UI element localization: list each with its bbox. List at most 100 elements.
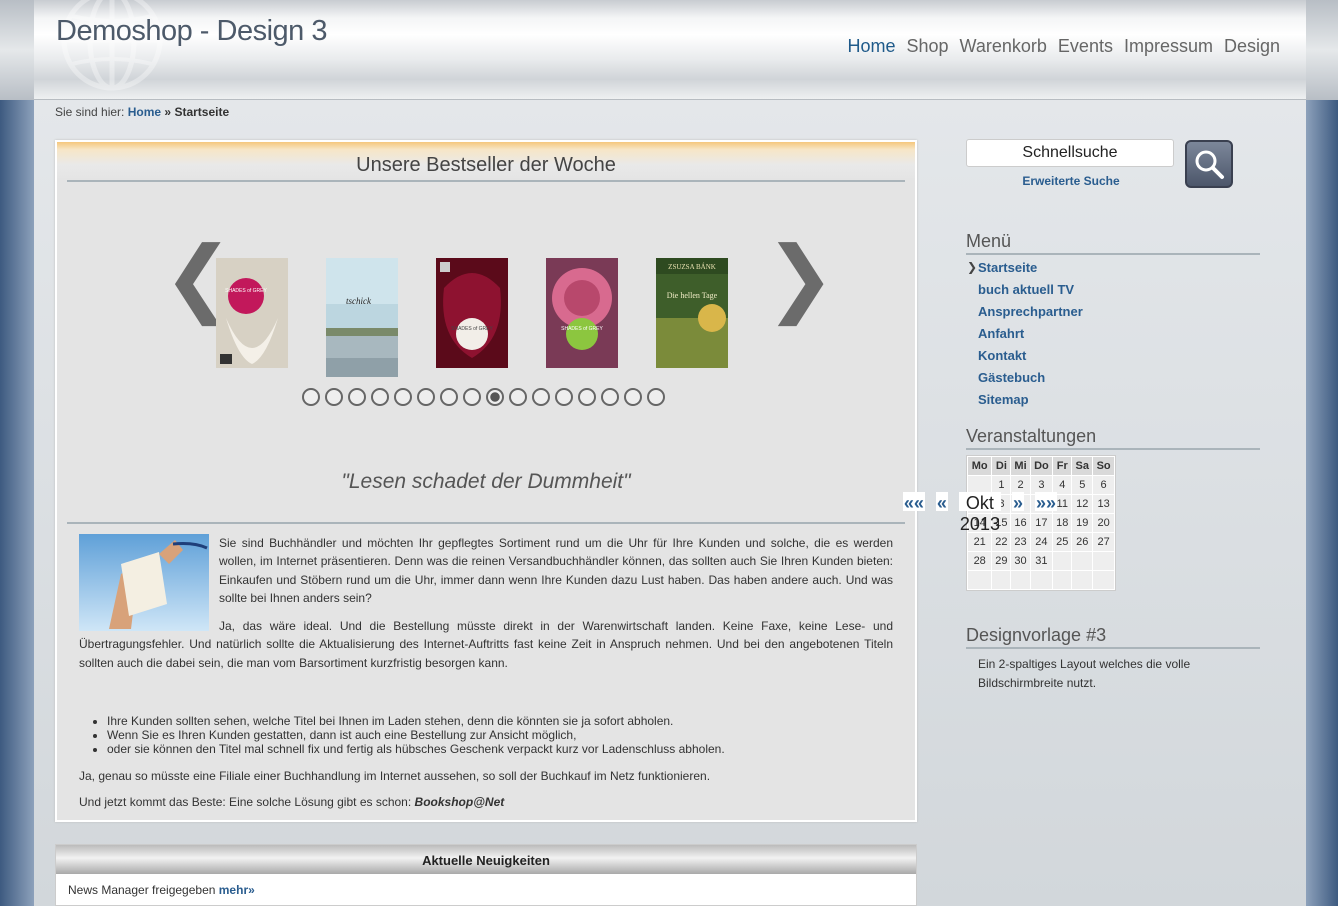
calendar-next-month[interactable]: » (1011, 492, 1024, 513)
carousel-dot[interactable] (440, 388, 458, 406)
book-cover-2[interactable]: tschick (326, 258, 398, 377)
intro-paragraph-3: Ja, genau so müsste eine Filiale einer B… (79, 769, 711, 784)
calendar-day[interactable]: 27 (1092, 532, 1115, 552)
news-body: News Manager freigegeben mehr» (56, 874, 916, 906)
carousel-dot[interactable] (555, 388, 573, 406)
carousel-dot[interactable] (348, 388, 366, 406)
menu-item-buch-aktuell-tv[interactable]: buch aktuell TV (978, 282, 1083, 304)
book-cover-5[interactable]: ZSUZSA BÁNK Die hellen Tage (656, 258, 728, 368)
calendar-day[interactable]: 16 (1010, 513, 1031, 533)
calendar-day[interactable]: 29 (991, 551, 1012, 571)
menu-item-kontakt[interactable]: Kontakt (978, 348, 1083, 370)
news-more-link[interactable]: mehr» (219, 883, 255, 897)
calendar-day[interactable]: 19 (1071, 513, 1094, 533)
calendar-day[interactable]: 21 (966, 532, 993, 552)
carousel-dot[interactable] (417, 388, 435, 406)
calendar-day[interactable]: 26 (1071, 532, 1094, 552)
nav-shop[interactable]: Shop (907, 36, 949, 57)
carousel-dot[interactable] (486, 388, 504, 406)
carousel-dot[interactable] (371, 388, 389, 406)
intro-paragraph-4: Und jetzt kommt das Beste: Eine solche L… (79, 794, 893, 810)
calendar-day (1092, 551, 1115, 571)
calendar-day[interactable]: 22 (991, 532, 1012, 552)
carousel-dot[interactable] (325, 388, 343, 406)
carousel-dot[interactable] (578, 388, 596, 406)
menu-item-ansprechpartner[interactable]: Ansprechpartner (978, 304, 1083, 326)
breadcrumb-home-link[interactable]: Home (128, 105, 161, 119)
search-input[interactable]: Schnellsuche (966, 139, 1174, 167)
brand-name: Bookshop@Net (414, 795, 505, 810)
calendar-weekdays: Mo Di Mi Do Fr Sa So (966, 456, 1115, 476)
calendar-day[interactable]: 25 (1052, 532, 1073, 552)
calendar-day[interactable]: 17 (1029, 513, 1054, 533)
calendar-day (1092, 570, 1115, 590)
calendar-day (1071, 570, 1094, 590)
calendar-day[interactable]: 13 (1092, 494, 1115, 514)
book-1-title: SHADES of GREY (225, 288, 267, 294)
bestseller-title: Unsere Bestseller der Woche (57, 142, 915, 180)
intro-text: Sie sind Buchhändler und möchten Ihr gep… (79, 534, 893, 820)
calendar-weekday: Mo (966, 456, 993, 476)
nav-design[interactable]: Design (1224, 36, 1280, 57)
design-title: Designvorlage #3 (966, 625, 1260, 649)
top-nav: Home Shop Warenkorb Events Impressum Des… (847, 36, 1280, 57)
calendar-day[interactable]: 18 (1052, 513, 1073, 533)
site-title[interactable]: Demoshop - Design 3 (56, 15, 327, 48)
calendar-weekday: So (1092, 456, 1115, 476)
calendar-nav: «« « Okt 2013 » »» (902, 492, 1057, 534)
nav-events[interactable]: Events (1058, 36, 1113, 57)
calendar-week (966, 570, 1115, 590)
bestseller-panel: Unsere Bestseller der Woche ❮ SHADES of … (55, 140, 917, 822)
carousel-dot[interactable] (394, 388, 412, 406)
calendar-weekday: Di (991, 456, 1012, 476)
calendar-prev-year[interactable]: «« (902, 492, 925, 513)
nav-warenkorb[interactable]: Warenkorb (960, 36, 1047, 57)
book-cover-3[interactable]: SHADES of GREY (436, 258, 508, 368)
book-4-title: SHADES of GREY (561, 326, 603, 332)
calendar-day[interactable]: 5 (1071, 475, 1094, 495)
list-item: Ihre Kunden sollten sehen, welche Titel … (107, 714, 893, 728)
calendar-next-year[interactable]: »» (1034, 492, 1057, 513)
calendar-day[interactable]: 20 (1092, 513, 1115, 533)
calendar-day[interactable]: 23 (1010, 532, 1031, 552)
calendar-day[interactable]: 12 (1071, 494, 1094, 514)
calendar-day[interactable]: 30 (1010, 551, 1031, 571)
calendar-weekday: Do (1029, 456, 1054, 476)
calendar-weekday: Sa (1071, 456, 1094, 476)
calendar-day (1052, 570, 1073, 590)
menu-item-gaestebuch[interactable]: Gästebuch (978, 370, 1083, 392)
search-button[interactable] (1185, 140, 1233, 188)
benefit-list: Ihre Kunden sollten sehen, welche Titel … (107, 714, 893, 756)
design-description: Ein 2-spaltiges Layout welches die volle… (978, 657, 1191, 690)
carousel-dot[interactable] (624, 388, 642, 406)
advanced-search-link[interactable]: Erweiterte Suche (966, 174, 1176, 188)
carousel-dot[interactable] (302, 388, 320, 406)
calendar-day[interactable]: 28 (966, 551, 993, 571)
book-cover-1[interactable]: SHADES of GREY (216, 258, 288, 368)
carousel-dot[interactable] (532, 388, 550, 406)
carousel-dot[interactable] (601, 388, 619, 406)
carousel-next-arrow[interactable]: ❯ (765, 235, 835, 319)
calendar-prev-month[interactable]: « (935, 492, 948, 513)
site-header: Demoshop - Design 3 Home Shop Warenkorb … (0, 0, 1338, 100)
header-edge-right (1306, 0, 1338, 100)
news-title: Aktuelle Neuigkeiten (56, 845, 916, 874)
carousel-dot[interactable] (509, 388, 527, 406)
calendar-day (1071, 551, 1094, 571)
menu-item-sitemap[interactable]: Sitemap (978, 392, 1083, 414)
nav-impressum[interactable]: Impressum (1124, 36, 1213, 57)
calendar-month: Okt 2013 (958, 492, 1001, 534)
event-calendar: «« « Okt 2013 » »» Mo Di Mi Do Fr Sa So 123456… (902, 455, 1116, 591)
nav-home[interactable]: Home (847, 36, 895, 57)
carousel-dot[interactable] (647, 388, 665, 406)
carousel-dot[interactable] (463, 388, 481, 406)
calendar-day[interactable]: 24 (1029, 532, 1054, 552)
book-cover-4[interactable]: SHADES of GREY (546, 258, 618, 368)
menu-item-anfahrt[interactable]: Anfahrt (978, 326, 1083, 348)
search-icon (1195, 150, 1224, 179)
calendar-day[interactable]: 6 (1092, 475, 1115, 495)
calendar-day[interactable]: 31 (1029, 551, 1054, 571)
menu-item-startseite[interactable]: Startseite (967, 260, 1083, 282)
breadcrumb-prefix: Sie sind hier: (55, 105, 125, 119)
news-text: News Manager freigegeben (68, 883, 216, 897)
